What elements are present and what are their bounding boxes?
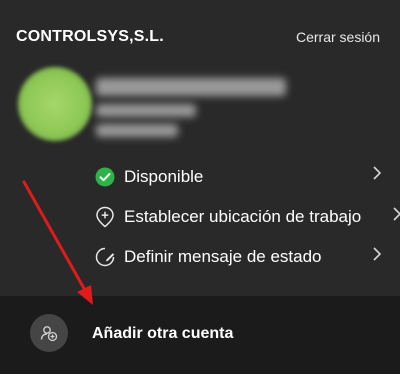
- add-account-icon[interactable]: [30, 314, 68, 352]
- redacted-user-email: [96, 104, 196, 117]
- menu-item-availability[interactable]: Disponible: [94, 162, 394, 192]
- menu-item-label: Definir mensaje de estado: [124, 247, 322, 266]
- chevron-right-icon[interactable]: [372, 246, 382, 267]
- redacted-user-name: [96, 78, 286, 96]
- footer-add-account[interactable]: Añadir otra cuenta: [0, 296, 400, 374]
- avatar[interactable]: [18, 67, 92, 141]
- status-message-icon: [94, 246, 116, 268]
- menu-item-label: Disponible: [124, 167, 204, 186]
- organization-name: CONTROLSYS,S.L.: [16, 28, 164, 45]
- menu-item-status-message[interactable]: Definir mensaje de estado: [94, 242, 394, 272]
- account-panel: CONTROLSYS,S.L. Cerrar sesión Disponible: [0, 0, 400, 296]
- location-pin-icon: [94, 206, 116, 228]
- sign-out-link[interactable]: Cerrar sesión: [296, 29, 380, 45]
- menu-item-label: Establecer ubicación de trabajo: [124, 207, 362, 226]
- available-check-icon: [94, 166, 116, 188]
- chevron-right-icon[interactable]: [372, 165, 382, 186]
- add-account-label[interactable]: Añadir otra cuenta: [92, 325, 233, 343]
- redacted-user-detail: [96, 124, 178, 137]
- chevron-right-icon[interactable]: [392, 206, 400, 227]
- menu-item-work-location[interactable]: Establecer ubicación de trabajo: [94, 202, 394, 232]
